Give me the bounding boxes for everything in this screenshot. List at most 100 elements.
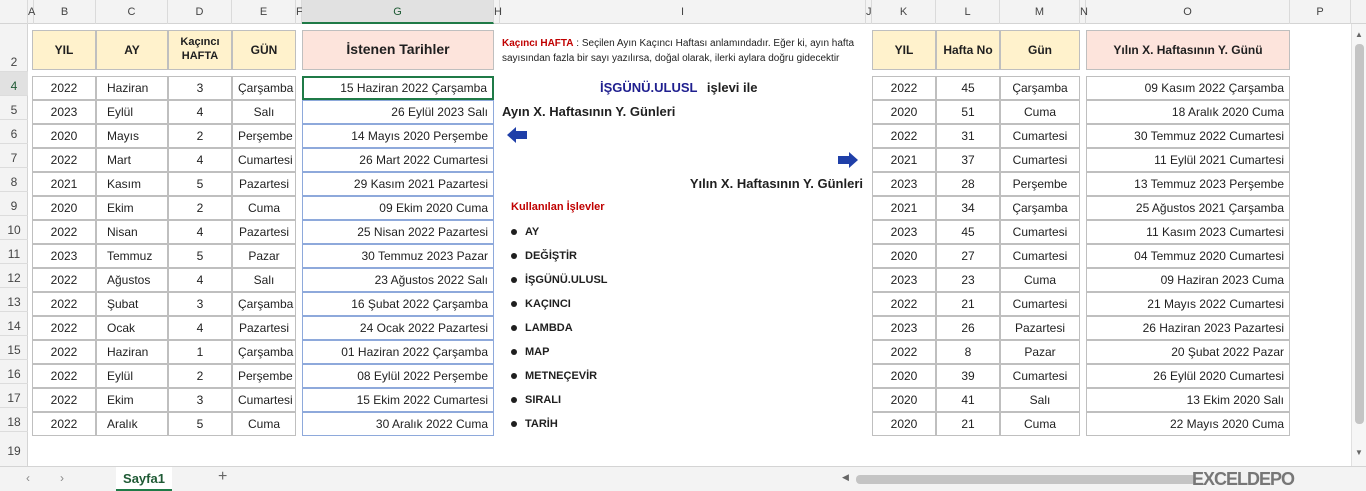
cell-istenen-tarih[interactable]: 23 Ağustos 2022 Salı (302, 268, 494, 292)
header-right-gun[interactable]: Gün (1000, 30, 1080, 70)
header-yil[interactable]: YIL (32, 30, 96, 70)
cell-yilin-gunu[interactable]: 11 Eylül 2021 Cumartesi (1086, 148, 1290, 172)
row-header-15[interactable]: 15 (0, 336, 28, 360)
cell-ay[interactable]: Ocak (96, 316, 168, 340)
column-header-l[interactable]: L (936, 0, 1000, 24)
column-header-b[interactable]: B (34, 0, 96, 24)
cell-right-yil[interactable]: 2023 (872, 268, 936, 292)
cell-istenen-tarih[interactable]: 15 Haziran 2022 Çarşamba (302, 76, 494, 100)
cell-yil[interactable]: 2022 (32, 388, 96, 412)
cell-yil[interactable]: 2022 (32, 76, 96, 100)
cell-ay[interactable]: Ekim (96, 388, 168, 412)
cell-yilin-gunu[interactable]: 18 Aralık 2020 Cuma (1086, 100, 1290, 124)
cell-right-yil[interactable]: 2020 (872, 412, 936, 436)
cell-yil[interactable]: 2022 (32, 268, 96, 292)
cell-yil[interactable]: 2022 (32, 316, 96, 340)
header-right-yil[interactable]: YIL (872, 30, 936, 70)
cell-istenen-tarih[interactable]: 26 Mart 2022 Cumartesi (302, 148, 494, 172)
row-header-7[interactable]: 7 (0, 144, 28, 168)
cell-yilin-gunu[interactable]: 09 Haziran 2023 Cuma (1086, 268, 1290, 292)
cell-right-yil[interactable]: 2020 (872, 244, 936, 268)
cell-yil[interactable]: 2022 (32, 340, 96, 364)
cell-yil[interactable]: 2022 (32, 148, 96, 172)
cell-kacinci[interactable]: 2 (168, 364, 232, 388)
cell-ay[interactable]: Mart (96, 148, 168, 172)
cell-istenen-tarih[interactable]: 24 Ocak 2022 Pazartesi (302, 316, 494, 340)
cell-ay[interactable]: Mayıs (96, 124, 168, 148)
note-block[interactable]: Kaçıncı HAFTA : Seçilen Ayın Kaçıncı Haf… (502, 36, 864, 66)
column-header-m[interactable]: M (1000, 0, 1080, 24)
cell-gun[interactable]: Çarşamba (232, 292, 296, 316)
cell-yil[interactable]: 2022 (32, 412, 96, 436)
cell-kacinci[interactable]: 2 (168, 124, 232, 148)
cell-istenen-tarih[interactable]: 30 Temmuz 2023 Pazar (302, 244, 494, 268)
function-list-item[interactable]: SIRALI (511, 394, 561, 406)
cell-yilin-gunu[interactable]: 13 Ekim 2020 Salı (1086, 388, 1290, 412)
function-list-item[interactable]: METNEÇEVİR (511, 370, 597, 382)
cell-gun[interactable]: Pazartesi (232, 220, 296, 244)
cell-gun[interactable]: Cuma (232, 196, 296, 220)
column-header-k[interactable]: K (872, 0, 936, 24)
column-header-p[interactable]: P (1290, 0, 1351, 24)
month-week-title[interactable]: Ayın X. Haftasının Y. Günleri (502, 104, 675, 119)
cell-kacinci[interactable]: 3 (168, 292, 232, 316)
cell-kacinci[interactable]: 1 (168, 340, 232, 364)
function-list-item[interactable]: TARİH (511, 418, 558, 430)
cell-yil[interactable]: 2023 (32, 100, 96, 124)
row-header-9[interactable]: 9 (0, 192, 28, 216)
column-header-e[interactable]: E (232, 0, 296, 24)
row-header-4[interactable]: 4 (0, 72, 28, 96)
cell-yil[interactable]: 2022 (32, 220, 96, 244)
cell-right-gun[interactable]: Cumartesi (1000, 220, 1080, 244)
cell-right-gun[interactable]: Salı (1000, 388, 1080, 412)
cell-right-gun[interactable]: Cumartesi (1000, 364, 1080, 388)
row-header-10[interactable]: 10 (0, 216, 28, 240)
cell-right-gun[interactable]: Cumartesi (1000, 292, 1080, 316)
cell-yilin-gunu[interactable]: 04 Temmuz 2020 Cumartesi (1086, 244, 1290, 268)
cell-gun[interactable]: Pazar (232, 244, 296, 268)
cell-kacinci[interactable]: 3 (168, 76, 232, 100)
function-list-item[interactable]: İŞGÜNÜ.ULUSL (511, 274, 608, 286)
cell-right-gun[interactable]: Cumartesi (1000, 148, 1080, 172)
cell-right-yil[interactable]: 2021 (872, 196, 936, 220)
cell-right-yil[interactable]: 2020 (872, 100, 936, 124)
cell-gun[interactable]: Salı (232, 268, 296, 292)
header-kacinci-hafta[interactable]: Kaçıncı HAFTA (168, 30, 232, 70)
cell-right-yil[interactable]: 2023 (872, 220, 936, 244)
function-list-item[interactable]: LAMBDA (511, 322, 573, 334)
cell-right-yil[interactable]: 2022 (872, 340, 936, 364)
cell-right-yil[interactable]: 2023 (872, 316, 936, 340)
cell-right-gun[interactable]: Pazar (1000, 340, 1080, 364)
function-list-item[interactable]: DEĞİŞTİR (511, 250, 577, 262)
cell-gun[interactable]: Salı (232, 100, 296, 124)
cell-right-gun[interactable]: Pazartesi (1000, 316, 1080, 340)
header-hafta-no[interactable]: Hafta No (936, 30, 1000, 70)
cell-hafta-no[interactable]: 21 (936, 412, 1000, 436)
cell-istenen-tarih[interactable]: 15 Ekim 2022 Cumartesi (302, 388, 494, 412)
column-header-o[interactable]: O (1086, 0, 1290, 24)
cell-kacinci[interactable]: 5 (168, 244, 232, 268)
cell-right-yil[interactable]: 2022 (872, 292, 936, 316)
cell-kacinci[interactable]: 4 (168, 220, 232, 244)
cell-hafta-no[interactable]: 39 (936, 364, 1000, 388)
cell-ay[interactable]: Kasım (96, 172, 168, 196)
cell-hafta-no[interactable]: 26 (936, 316, 1000, 340)
horizontal-scroll-thumb[interactable] (856, 475, 1196, 484)
cell-hafta-no[interactable]: 45 (936, 220, 1000, 244)
cell-kacinci[interactable]: 4 (168, 268, 232, 292)
cell-gun[interactable]: Cuma (232, 412, 296, 436)
cell-hafta-no[interactable]: 37 (936, 148, 1000, 172)
cell-gun[interactable]: Perşembe (232, 364, 296, 388)
cell-ay[interactable]: Haziran (96, 76, 168, 100)
cell-hafta-no[interactable]: 41 (936, 388, 1000, 412)
vertical-scrollbar[interactable]: ▲ ▼ (1351, 24, 1366, 466)
cell-istenen-tarih[interactable]: 14 Mayıs 2020 Perşembe (302, 124, 494, 148)
cell-hafta-no[interactable]: 23 (936, 268, 1000, 292)
cell-yil[interactable]: 2023 (32, 244, 96, 268)
cell-kacinci[interactable]: 5 (168, 172, 232, 196)
cell-istenen-tarih[interactable]: 30 Aralık 2022 Cuma (302, 412, 494, 436)
cell-kacinci[interactable]: 2 (168, 196, 232, 220)
scroll-left-icon[interactable]: ◀ (842, 472, 849, 483)
next-sheet-icon[interactable]: › (60, 471, 64, 485)
cell-ay[interactable]: Şubat (96, 292, 168, 316)
